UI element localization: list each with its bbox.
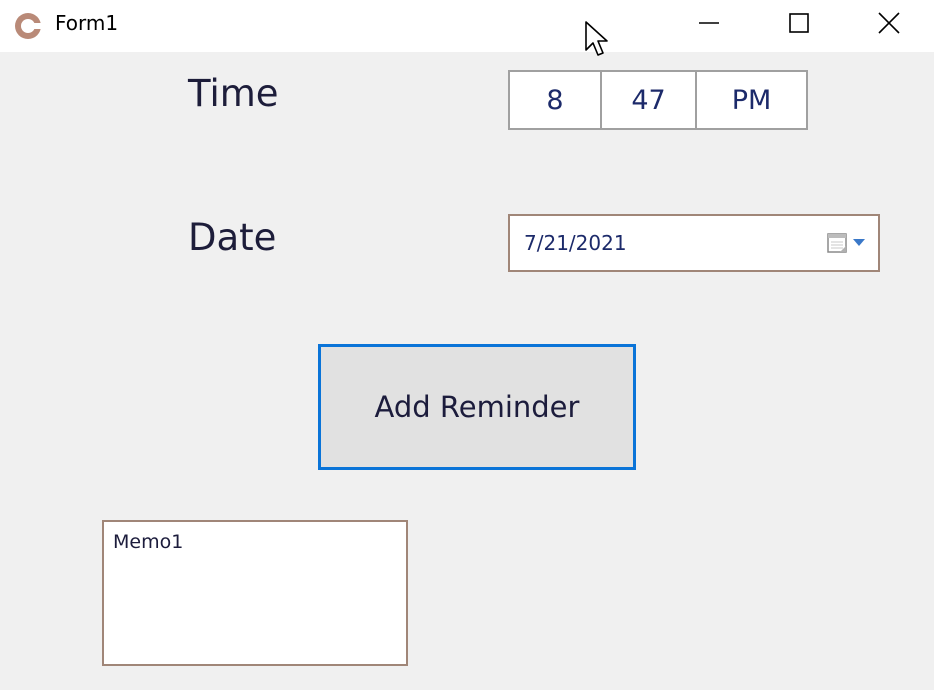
- calendar-icon[interactable]: [826, 231, 850, 255]
- window-title: Form1: [55, 11, 119, 35]
- close-button[interactable]: [844, 0, 934, 46]
- minimize-icon: [699, 22, 719, 24]
- form-window: Form1 Time Date 8 47 PM 7/21/2021 Add Re…: [0, 0, 934, 690]
- date-picker[interactable]: 7/21/2021: [508, 214, 880, 272]
- mouse-cursor-icon: [585, 21, 608, 56]
- chevron-down-icon[interactable]: [852, 236, 866, 248]
- hour-field[interactable]: 8: [508, 70, 602, 130]
- close-icon: [878, 12, 900, 34]
- date-label: Date: [188, 216, 277, 259]
- maximize-icon: [789, 13, 809, 33]
- maximize-button[interactable]: [754, 0, 844, 46]
- add-reminder-button[interactable]: Add Reminder: [318, 344, 636, 470]
- minute-field[interactable]: 47: [600, 70, 697, 130]
- app-icon: [15, 13, 42, 39]
- minimize-button[interactable]: [664, 0, 754, 46]
- date-value: 7/21/2021: [524, 231, 627, 255]
- ampm-field[interactable]: PM: [695, 70, 808, 130]
- memo-text: Memo1: [113, 531, 184, 553]
- memo-field[interactable]: Memo1: [102, 520, 408, 666]
- title-bar: Form1: [0, 0, 934, 52]
- time-label: Time: [188, 72, 279, 115]
